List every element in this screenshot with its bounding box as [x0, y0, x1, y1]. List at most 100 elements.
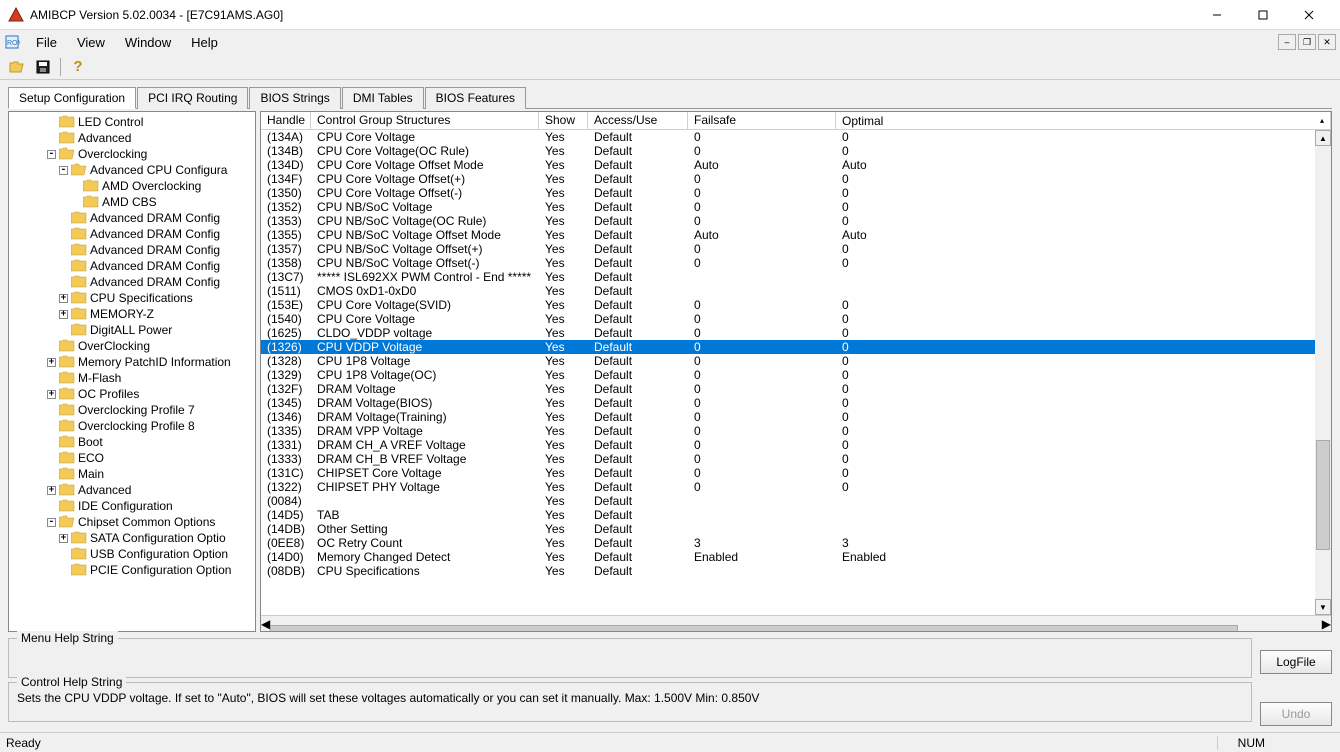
- tree-item[interactable]: Advanced DRAM Config: [11, 210, 256, 226]
- table-row[interactable]: (1540)CPU Core VoltageYesDefault00: [261, 312, 1331, 326]
- tree-item[interactable]: Main: [11, 466, 256, 482]
- table-row[interactable]: (131C)CHIPSET Core VoltageYesDefault00: [261, 466, 1331, 480]
- table-row[interactable]: (14D0)Memory Changed DetectYesDefaultEna…: [261, 550, 1331, 564]
- mdi-restore-button[interactable]: ❐: [1298, 34, 1316, 50]
- tree-toggle[interactable]: +: [47, 486, 56, 495]
- table-row[interactable]: (134B)CPU Core Voltage(OC Rule)YesDefaul…: [261, 144, 1331, 158]
- tree-item[interactable]: LED Control: [11, 114, 256, 130]
- table-row[interactable]: (1322)CHIPSET PHY VoltageYesDefault00: [261, 480, 1331, 494]
- scroll-down-button[interactable]: ▼: [1315, 599, 1331, 615]
- table-row[interactable]: (153E)CPU Core Voltage(SVID)YesDefault00: [261, 298, 1331, 312]
- tree-toggle[interactable]: +: [47, 390, 56, 399]
- table-row[interactable]: (1511)CMOS 0xD1-0xD0YesDefault: [261, 284, 1331, 298]
- tree-item[interactable]: Advanced DRAM Config: [11, 242, 256, 258]
- tree-panel[interactable]: LED ControlAdvanced-Overclocking-Advance…: [8, 111, 256, 632]
- table-row[interactable]: (1331)DRAM CH_A VREF VoltageYesDefault00: [261, 438, 1331, 452]
- tab-pci-irq-routing[interactable]: PCI IRQ Routing: [137, 87, 248, 109]
- minimize-button[interactable]: [1194, 0, 1240, 30]
- table-row[interactable]: (1345)DRAM Voltage(BIOS)YesDefault00: [261, 396, 1331, 410]
- table-row[interactable]: (14DB)Other SettingYesDefault: [261, 522, 1331, 536]
- tree-item[interactable]: +Advanced: [11, 482, 256, 498]
- table-row[interactable]: (1328)CPU 1P8 VoltageYesDefault00: [261, 354, 1331, 368]
- table-row[interactable]: (0084)YesDefault: [261, 494, 1331, 508]
- tree-item[interactable]: +OC Profiles: [11, 386, 256, 402]
- column-header[interactable]: Control Group Structures: [311, 112, 539, 129]
- table-row[interactable]: (13C7)***** ISL692XX PWM Control - End *…: [261, 270, 1331, 284]
- tree-item[interactable]: OverClocking: [11, 338, 256, 354]
- tree-item[interactable]: AMD Overclocking: [11, 178, 256, 194]
- tree-toggle[interactable]: -: [47, 150, 56, 159]
- tree-toggle[interactable]: +: [59, 534, 68, 543]
- scroll-thumb[interactable]: [1316, 440, 1330, 550]
- tree-item[interactable]: -Chipset Common Options: [11, 514, 256, 530]
- table-row[interactable]: (1333)DRAM CH_B VREF VoltageYesDefault00: [261, 452, 1331, 466]
- tree-toggle[interactable]: -: [59, 166, 68, 175]
- tree-toggle[interactable]: -: [47, 518, 56, 527]
- tree-item[interactable]: -Advanced CPU Configura: [11, 162, 256, 178]
- mdi-close-button[interactable]: ✕: [1318, 34, 1336, 50]
- tab-dmi-tables[interactable]: DMI Tables: [342, 87, 424, 109]
- tree-item[interactable]: +SATA Configuration Optio: [11, 530, 256, 546]
- tree-item[interactable]: +Memory PatchID Information: [11, 354, 256, 370]
- menu-file[interactable]: File: [26, 33, 67, 52]
- table-row[interactable]: (132F)DRAM VoltageYesDefault00: [261, 382, 1331, 396]
- table-row[interactable]: (08DB)CPU SpecificationsYesDefault: [261, 564, 1331, 578]
- tree-toggle[interactable]: +: [59, 310, 68, 319]
- table-row[interactable]: (1352)CPU NB/SoC VoltageYesDefault00: [261, 200, 1331, 214]
- tree-item[interactable]: Advanced DRAM Config: [11, 226, 256, 242]
- table-row[interactable]: (1329)CPU 1P8 Voltage(OC)YesDefault00: [261, 368, 1331, 382]
- tab-setup-configuration[interactable]: Setup Configuration: [8, 87, 136, 109]
- table-header[interactable]: HandleControl Group StructuresShowAccess…: [261, 112, 1331, 130]
- tree-item[interactable]: DigitALL Power: [11, 322, 256, 338]
- tab-bios-strings[interactable]: BIOS Strings: [249, 87, 340, 109]
- table-row[interactable]: (1350)CPU Core Voltage Offset(-)YesDefau…: [261, 186, 1331, 200]
- table-row[interactable]: (1353)CPU NB/SoC Voltage(OC Rule)YesDefa…: [261, 214, 1331, 228]
- tree-item[interactable]: -Overclocking: [11, 146, 256, 162]
- tab-bios-features[interactable]: BIOS Features: [425, 87, 526, 109]
- tree-item[interactable]: IDE Configuration: [11, 498, 256, 514]
- table-row[interactable]: (1355)CPU NB/SoC Voltage Offset ModeYesD…: [261, 228, 1331, 242]
- column-header[interactable]: Failsafe: [688, 112, 836, 129]
- menu-window[interactable]: Window: [115, 33, 181, 52]
- scroll-thumb[interactable]: [270, 625, 1237, 633]
- menu-help[interactable]: Help: [181, 33, 228, 52]
- mdi-minimize-button[interactable]: –: [1278, 34, 1296, 50]
- table-row[interactable]: (14D5)TABYesDefault: [261, 508, 1331, 522]
- table-row[interactable]: (134F)CPU Core Voltage Offset(+)YesDefau…: [261, 172, 1331, 186]
- scroll-up-button[interactable]: ▲: [1315, 130, 1331, 146]
- tree-item[interactable]: Boot: [11, 434, 256, 450]
- tree-item[interactable]: M-Flash: [11, 370, 256, 386]
- logfile-button[interactable]: LogFile: [1260, 650, 1332, 674]
- tree-item[interactable]: ECO: [11, 450, 256, 466]
- tree-toggle[interactable]: +: [59, 294, 68, 303]
- table-row[interactable]: (1357)CPU NB/SoC Voltage Offset(+)YesDef…: [261, 242, 1331, 256]
- tree-item[interactable]: Overclocking Profile 8: [11, 418, 256, 434]
- table-row[interactable]: (1326)CPU VDDP VoltageYesDefault00: [261, 340, 1331, 354]
- table-row[interactable]: (1625)CLDO_VDDP voltageYesDefault00: [261, 326, 1331, 340]
- open-button[interactable]: [6, 56, 28, 78]
- tree-item[interactable]: +CPU Specifications: [11, 290, 256, 306]
- tree-item[interactable]: PCIE Configuration Option: [11, 562, 256, 578]
- tree-item[interactable]: Advanced DRAM Config: [11, 258, 256, 274]
- tree-item[interactable]: Advanced: [11, 130, 256, 146]
- help-button[interactable]: ?: [67, 56, 89, 78]
- table-row[interactable]: (1335)DRAM VPP VoltageYesDefault00: [261, 424, 1331, 438]
- column-header[interactable]: Handle: [261, 112, 311, 129]
- table-row[interactable]: (134D)CPU Core Voltage Offset ModeYesDef…: [261, 158, 1331, 172]
- scroll-right-button[interactable]: ▶: [1322, 617, 1331, 631]
- menu-view[interactable]: View: [67, 33, 115, 52]
- tree-item[interactable]: Overclocking Profile 7: [11, 402, 256, 418]
- column-header[interactable]: Show: [539, 112, 588, 129]
- save-button[interactable]: [32, 56, 54, 78]
- table-row[interactable]: (1358)CPU NB/SoC Voltage Offset(-)YesDef…: [261, 256, 1331, 270]
- table-row[interactable]: (134A)CPU Core VoltageYesDefault00: [261, 130, 1331, 144]
- table-body[interactable]: (134A)CPU Core VoltageYesDefault00(134B)…: [261, 130, 1331, 615]
- undo-button[interactable]: Undo: [1260, 702, 1332, 726]
- close-button[interactable]: [1286, 0, 1332, 30]
- table-row[interactable]: (1346)DRAM Voltage(Training)YesDefault00: [261, 410, 1331, 424]
- scroll-left-button[interactable]: ◀: [261, 617, 270, 631]
- table-row[interactable]: (0EE8)OC Retry CountYesDefault33: [261, 536, 1331, 550]
- tree-item[interactable]: Advanced DRAM Config: [11, 274, 256, 290]
- tree-item[interactable]: USB Configuration Option: [11, 546, 256, 562]
- vertical-scrollbar[interactable]: ▲ ▼: [1315, 130, 1331, 615]
